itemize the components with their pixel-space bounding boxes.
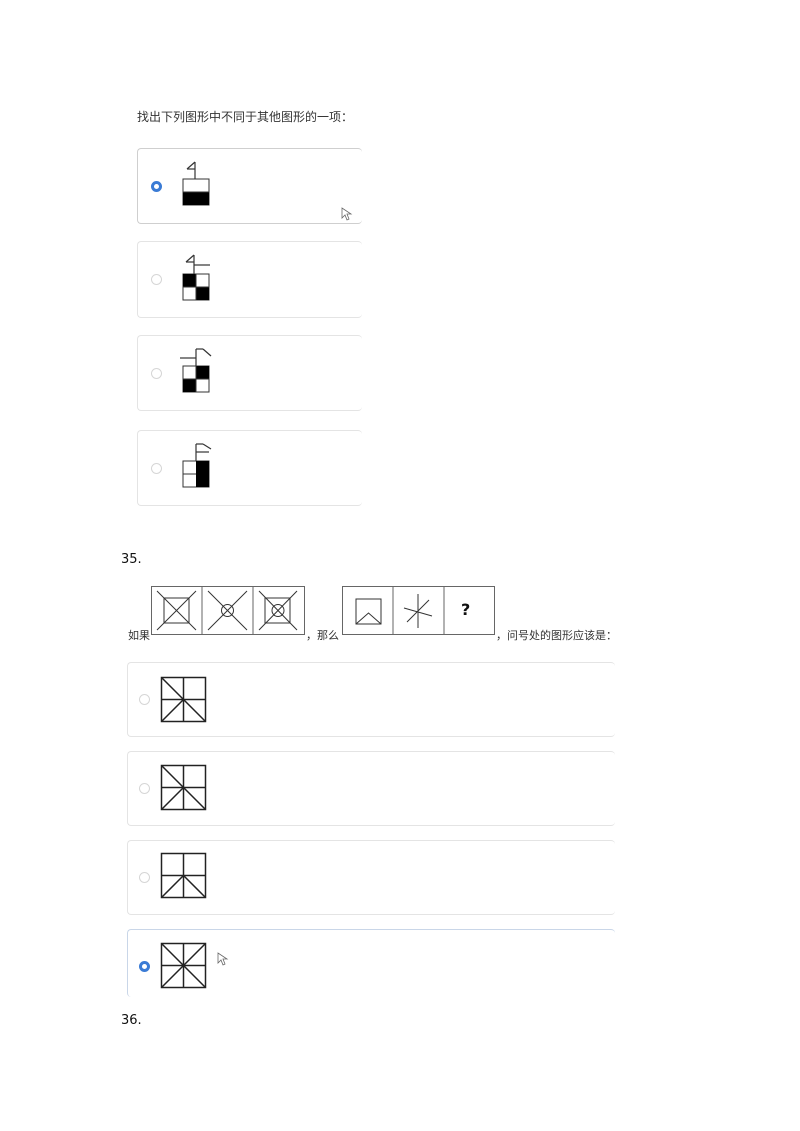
radio-button[interactable]	[151, 463, 162, 474]
radio-button-selected[interactable]	[139, 961, 150, 972]
question-number: 36.	[121, 1013, 142, 1028]
radio-button[interactable]	[151, 274, 162, 285]
grid-diagonals-figure	[160, 942, 207, 989]
option-c[interactable]	[137, 335, 362, 411]
question-mark: ?	[461, 600, 471, 619]
grid-diagonals-figure	[160, 852, 207, 899]
grid-diagonals-figure	[160, 676, 207, 723]
option-d[interactable]	[127, 929, 615, 997]
option-a[interactable]	[137, 148, 362, 224]
mouse-cursor-icon	[217, 952, 229, 966]
radio-button[interactable]	[139, 783, 150, 794]
radio-button[interactable]	[151, 368, 162, 379]
flag-figure-icon	[182, 254, 210, 301]
question-number: 35.	[121, 552, 142, 567]
flag-figure-icon	[182, 443, 212, 488]
prompt-suffix: ，问号处的图形应该是：	[496, 629, 617, 642]
question-prompt: 找出下列图形中不同于其他图形的一项：	[137, 110, 354, 124]
grid-diagonals-figure	[160, 764, 207, 811]
option-b[interactable]	[137, 241, 362, 318]
option-c[interactable]	[127, 840, 615, 915]
option-d[interactable]	[137, 430, 362, 506]
pattern-target-figure	[342, 586, 495, 635]
radio-button[interactable]	[139, 872, 150, 883]
flag-figure-icon	[180, 348, 212, 393]
prompt-prefix: 如果	[128, 629, 150, 642]
option-a[interactable]	[127, 662, 615, 737]
flag-figure-icon	[182, 161, 210, 206]
radio-button[interactable]	[139, 694, 150, 705]
pattern-sequence-figure	[151, 586, 305, 635]
mouse-cursor-icon	[341, 207, 353, 221]
prompt-middle: ，那么	[306, 629, 339, 642]
option-b[interactable]	[127, 751, 615, 826]
radio-button-selected[interactable]	[151, 181, 162, 192]
